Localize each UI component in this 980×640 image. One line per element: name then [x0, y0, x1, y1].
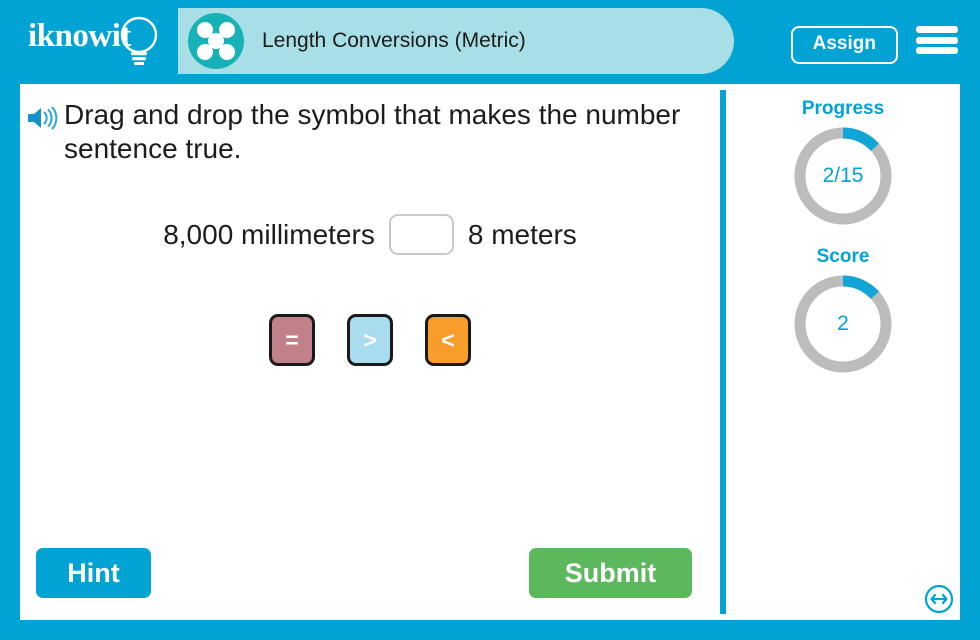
symbol-tiles: = > < [20, 314, 720, 366]
sentence-right-operand: 8 meters [467, 218, 577, 250]
app-header: iknowit Length Conversions (Metric) Assi… [0, 0, 980, 78]
score-label: Score [816, 246, 870, 267]
number-sentence: 8,000 millimeters 8 meters [20, 214, 720, 255]
lesson-title-pill: Length Conversions (Metric) [178, 8, 734, 74]
hamburger-menu-icon[interactable] [916, 24, 958, 56]
lesson-title: Length Conversions (Metric) [262, 29, 526, 52]
symbol-drop-zone[interactable] [388, 214, 454, 255]
content-panel: Drag and drop the symbol that makes the … [20, 84, 960, 620]
sentence-left-operand: 8,000 millimeters [163, 218, 375, 250]
hint-button[interactable]: Hint [36, 548, 151, 598]
score-gauge: Score 2 [726, 246, 960, 376]
progress-gauge: Progress 2/15 [726, 98, 960, 228]
assign-button[interactable]: Assign [790, 26, 898, 64]
question-text: Drag and drop the symbol that makes the … [64, 99, 681, 164]
tile-equals[interactable]: = [269, 314, 315, 366]
lightbulb-icon [120, 16, 158, 65]
speaker-icon[interactable] [26, 105, 58, 131]
progress-value: 2/15 [822, 164, 864, 187]
tile-less-than[interactable]: < [425, 314, 471, 366]
tile-greater-than[interactable]: > [347, 314, 393, 366]
progress-label: Progress [801, 98, 885, 119]
sidebar: Progress 2/15 Score 2 [726, 84, 960, 620]
score-value: 2 [837, 312, 849, 335]
resize-horizontal-icon[interactable] [924, 584, 954, 614]
app-frame: iknowit Length Conversions (Metric) Assi… [0, 0, 980, 640]
submit-button[interactable]: Submit [529, 548, 692, 598]
five-dots-icon [188, 13, 244, 69]
question-row: Drag and drop the symbol that makes the … [26, 98, 706, 165]
brand-logo[interactable]: iknowit [24, 12, 174, 68]
